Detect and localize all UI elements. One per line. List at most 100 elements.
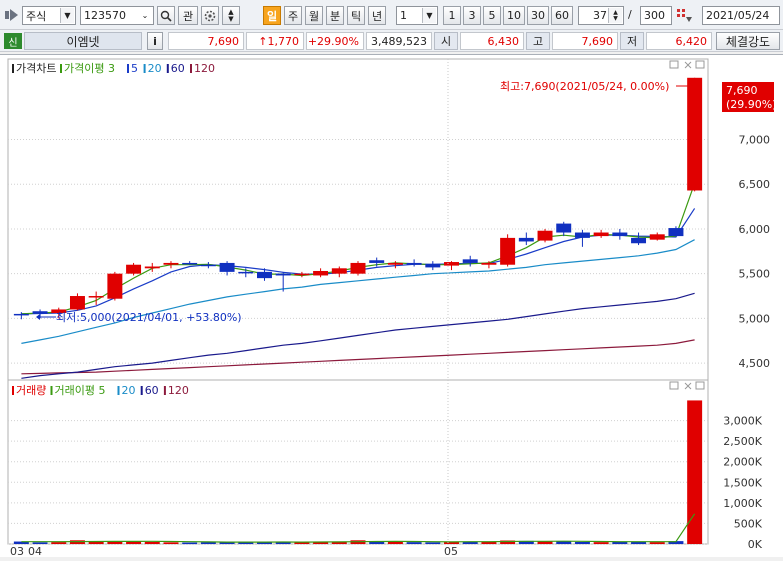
candle: [574, 232, 590, 238]
chevron-down-icon: ⌄: [138, 8, 152, 23]
candle: [687, 77, 703, 191]
volume-bar: [144, 541, 160, 544]
chevron-down-icon: ▼: [60, 8, 74, 23]
legend-swatch: [117, 386, 120, 395]
volume-bar: [387, 541, 403, 544]
price-tick-label: 6,000: [739, 223, 771, 236]
period-week-button[interactable]: 주: [284, 6, 302, 25]
display-count-value: 37: [593, 9, 607, 22]
legend-label: 20: [148, 62, 162, 75]
low-price: 6,420: [646, 32, 712, 50]
price-change: ↑1,770: [246, 32, 304, 50]
legend-swatch: [50, 386, 53, 395]
volume-tick-label: 2,000K: [723, 456, 762, 469]
current-price-tag-value: 7,690: [726, 84, 758, 97]
date-value: 2021/05/24: [706, 9, 770, 22]
volume-tick-label: 1,500K: [723, 476, 762, 489]
current-price-tag-percent: (29.90%): [726, 98, 777, 111]
settings-button[interactable]: [201, 6, 219, 25]
price-tick-label: 5,000: [739, 312, 771, 325]
volume-tick-label: 1,000K: [723, 497, 762, 510]
legend-label: 거래이평 5: [55, 384, 106, 397]
candle: [163, 262, 179, 265]
max-price-annotation: 최고:7,690(2021/05/24, 0.00%): [500, 80, 669, 93]
stock-chart[interactable]: 가격차트 가격이평 3 5 20 60 120 거래량 거래이평 5 20 60 120 7,00…: [0, 55, 783, 558]
candle: [275, 273, 291, 276]
period-tick-button[interactable]: 틱: [347, 6, 365, 25]
candle: [13, 313, 29, 316]
candle: [612, 232, 628, 237]
period-unit-value: 1: [400, 9, 407, 22]
legend-swatch: [190, 64, 192, 73]
market-select[interactable]: 주식 ▼: [22, 6, 76, 25]
volume-bar: [425, 542, 441, 544]
candle: [406, 262, 422, 265]
candle: [518, 237, 534, 242]
spinner-icon[interactable]: ▲ ▼: [608, 8, 622, 23]
volume-tick-label: 500K: [734, 517, 763, 530]
candle: [32, 311, 48, 314]
candle: [631, 237, 647, 244]
legend-swatch: [163, 386, 166, 395]
volume-bar: [32, 542, 48, 544]
trade-strength-button[interactable]: 체결강도: [716, 32, 780, 50]
total-count-input[interactable]: 300: [640, 6, 672, 25]
candle: [69, 296, 85, 310]
interest-button[interactable]: 관: [178, 6, 198, 25]
legend-swatch: [140, 386, 143, 395]
stepper-button[interactable]: ▲ ▼: [222, 6, 240, 25]
candle: [331, 268, 347, 274]
triangle-down-icon: ▼: [228, 14, 234, 23]
period-minute-button[interactable]: 분: [326, 6, 344, 25]
date-input[interactable]: 2021/05/24: [702, 6, 780, 25]
legend-label: 가격차트: [16, 62, 56, 75]
stock-code-input[interactable]: 123570 ⌄: [80, 6, 154, 25]
candle: [200, 264, 216, 267]
info-button[interactable]: i: [147, 32, 163, 50]
period-year-button[interactable]: 년: [368, 6, 386, 25]
legend-label: 120: [194, 62, 215, 75]
candle: [481, 262, 497, 265]
period-unit-select[interactable]: 1 ▼: [396, 6, 438, 25]
legend-label: 60: [171, 62, 185, 75]
interval-1-button[interactable]: 1: [443, 6, 461, 25]
interval-60-button[interactable]: 60: [551, 6, 573, 25]
volume-bar: [593, 542, 609, 544]
period-day-button[interactable]: 일: [263, 6, 281, 25]
candle: [556, 223, 572, 233]
search-button[interactable]: [157, 6, 175, 25]
open-label: 시: [434, 32, 458, 50]
interval-3-button[interactable]: 3: [463, 6, 481, 25]
search-icon: [160, 10, 172, 22]
volume-bar: [406, 542, 422, 544]
legend-swatch: [12, 64, 14, 73]
chart-area[interactable]: 가격차트 가격이평 3 5 20 60 120 거래량 거래이평 5 20 60 120 7,00…: [0, 54, 783, 558]
price-tick-label: 5,500: [739, 268, 771, 281]
candle: [668, 228, 684, 237]
period-month-button[interactable]: 월: [305, 6, 323, 25]
display-count-input[interactable]: 37 ▲ ▼: [578, 6, 624, 25]
legend-swatch: [127, 64, 129, 73]
legend-label: 가격이평 3: [64, 62, 115, 75]
volume-bar: [182, 542, 198, 545]
x-label-04: 04: [28, 545, 42, 558]
arrow-right-icon[interactable]: [5, 9, 19, 28]
candle: [444, 262, 459, 266]
grid-settings-icon[interactable]: [675, 7, 693, 26]
high-price: 7,690: [552, 32, 618, 50]
candle: [462, 259, 478, 263]
legend-label: 5: [131, 62, 138, 75]
interval-30-button[interactable]: 30: [527, 6, 549, 25]
candle: [238, 271, 254, 274]
interval-10-button[interactable]: 10: [503, 6, 525, 25]
gear-icon: [204, 10, 216, 21]
high-label: 고: [526, 32, 550, 50]
candle: [350, 262, 366, 274]
interval-5-button[interactable]: 5: [483, 6, 501, 25]
legend-label: 거래량: [16, 384, 46, 397]
volume-tick-label: 0K: [748, 538, 763, 551]
candle: [369, 260, 385, 263]
total-count-value: 300: [644, 9, 665, 22]
chevron-down-icon: ▼: [422, 8, 436, 23]
candle: [294, 273, 310, 276]
